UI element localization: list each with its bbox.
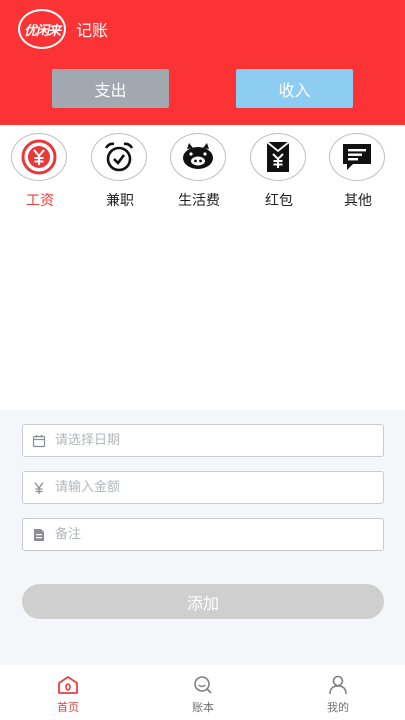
app-logo: 优闲来 (18, 9, 66, 49)
pig-icon (183, 143, 213, 169)
user-icon (329, 675, 347, 695)
tab-home[interactable]: 首页 (28, 675, 108, 715)
tab-label: 账本 (192, 701, 214, 714)
category-circle (170, 133, 226, 181)
calendar-icon (23, 434, 55, 448)
tab-ledger[interactable]: 账本 (163, 675, 243, 715)
category-label: 生活费 (178, 193, 220, 209)
yen-icon (23, 481, 55, 495)
red-envelope-icon (266, 141, 290, 172)
tab-income[interactable]: 收入 (236, 69, 353, 108)
date-input[interactable] (55, 433, 355, 448)
category-circle (11, 133, 67, 181)
tab-expense[interactable]: 支出 (52, 69, 169, 108)
yen-coin-icon (21, 139, 57, 175)
date-field[interactable] (22, 424, 384, 457)
tab-label: 首页 (57, 701, 79, 714)
category-label: 兼职 (106, 193, 134, 209)
message-icon (343, 144, 371, 170)
note-field[interactable] (22, 518, 384, 551)
alarm-clock-icon (104, 142, 134, 172)
category-salary[interactable]: 工资 (10, 132, 70, 212)
category-label: 红包 (265, 193, 293, 209)
category-redpacket[interactable]: 红包 (249, 132, 309, 212)
note-icon (23, 528, 55, 542)
category-label: 其他 (344, 193, 372, 209)
category-circle (250, 133, 306, 181)
bottom-tab-bar: 首页 账本 我的 (0, 665, 405, 720)
header-bar: 优闲来 记账 支出 收入 (0, 0, 405, 125)
category-label: 工资 (26, 193, 54, 209)
category-circle (329, 133, 385, 181)
amount-input[interactable] (55, 480, 355, 495)
category-list: 工资 兼职 生活费 红包 其他 (0, 132, 405, 212)
note-input[interactable] (55, 527, 355, 542)
category-parttime[interactable]: 兼职 (90, 132, 150, 212)
tab-label: 我的 (327, 701, 349, 714)
add-button[interactable]: 添加 (22, 584, 384, 619)
home-icon (58, 676, 78, 694)
app-title: 记账 (76, 21, 109, 40)
ledger-search-icon (194, 676, 212, 694)
amount-field[interactable] (22, 471, 384, 504)
category-circle (91, 133, 147, 181)
app-logo-text: 优闲来 (23, 23, 61, 39)
category-living[interactable]: 生活费 (169, 132, 229, 212)
category-other[interactable]: 其他 (328, 132, 388, 212)
tab-mine[interactable]: 我的 (298, 675, 378, 715)
